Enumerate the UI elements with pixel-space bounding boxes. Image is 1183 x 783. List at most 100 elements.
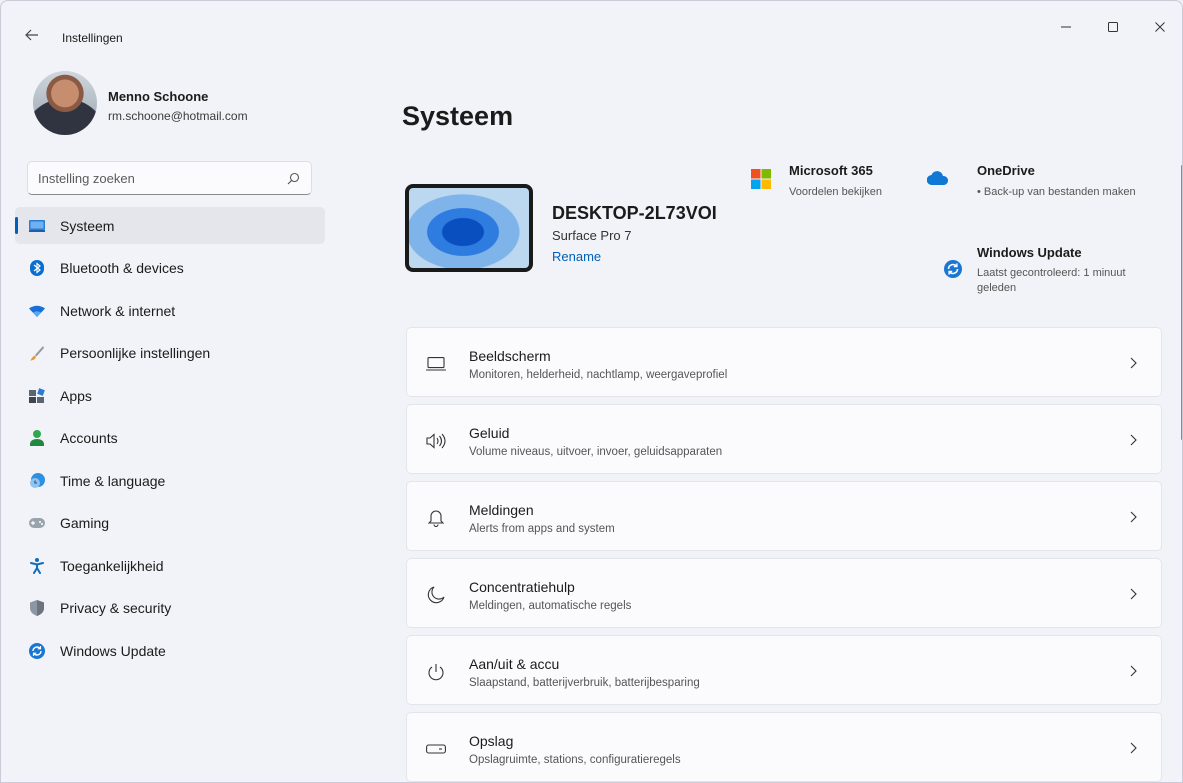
page-title: Systeem — [402, 101, 514, 131]
card-subtitle: Alerts from apps and system — [469, 523, 615, 535]
beeldscherm-card[interactable]: Beeldscherm Monitoren, helderheid, nacht… — [406, 327, 1162, 397]
onedrive-tile[interactable]: OneDrive • Back-up van bestanden maken — [926, 161, 1159, 201]
card-subtitle: Opslagruimte, stations, configuratierege… — [469, 754, 681, 766]
meldingen-card[interactable]: Meldingen Alerts from apps and system — [406, 481, 1162, 551]
windows-update-subtitle: Laatst gecontroleerd: 1 minuut geleden — [977, 267, 1126, 294]
brush-icon — [28, 344, 46, 362]
card-title: Beeldscherm — [469, 348, 551, 364]
speaker-icon — [425, 430, 447, 452]
back-arrow-icon — [25, 29, 38, 41]
sidebar-item-label: Privacy & security — [60, 600, 172, 616]
minimize-button[interactable] — [1043, 15, 1089, 39]
display-icon — [425, 353, 447, 375]
microsoft365-icon — [751, 169, 771, 189]
sidebar-item-label: Time & language — [60, 472, 166, 489]
title-bar: Instellingen — [1, 1, 1182, 47]
device-model: Surface Pro 7 — [552, 228, 632, 243]
sidebar-item-label: Network & internet — [60, 302, 176, 319]
onedrive-title: OneDrive — [977, 163, 1035, 178]
sidebar-item-label: Systeem — [60, 217, 115, 234]
onedrive-subtitle: • Back-up van bestanden maken — [977, 186, 1136, 198]
sidebar-item-label: Persoonlijke instellingen — [60, 345, 211, 361]
card-subtitle: Meldingen, automatische regels — [469, 600, 632, 612]
card-title: Concentratiehulp — [469, 579, 575, 595]
sidebar-item-apps[interactable]: Apps — [15, 377, 325, 414]
shield-icon — [28, 599, 46, 617]
search-input[interactable] — [38, 170, 285, 186]
update-icon — [28, 642, 46, 660]
update-icon — [944, 260, 964, 280]
card-title: Opslag — [469, 733, 514, 749]
concentratiehulp-card[interactable]: Concentratiehulp Meldingen, automatische… — [406, 558, 1162, 628]
bell-icon — [425, 507, 447, 529]
search-box — [27, 161, 312, 195]
sidebar-item-accounts[interactable]: Accounts — [15, 420, 325, 457]
sidebar-item-bluetooth[interactable]: Bluetooth & devices — [15, 250, 325, 287]
avatar — [33, 71, 97, 135]
search-icon[interactable] — [285, 170, 301, 186]
sidebar-item-systeem[interactable]: Systeem — [15, 207, 325, 244]
bluetooth-icon — [28, 259, 46, 277]
minimize-icon — [1061, 26, 1071, 28]
aan-uit-accu-card[interactable]: Aan/uit & accu Slaapstand, batterijverbr… — [406, 635, 1162, 705]
sidebar-item-label: Bluetooth & devices — [60, 260, 184, 276]
close-button[interactable] — [1137, 15, 1182, 39]
clock-globe-icon — [28, 472, 46, 490]
sidebar-item-privacy[interactable]: Privacy & security — [15, 590, 325, 627]
chevron-right-icon — [1127, 509, 1139, 525]
profile-email: rm.schoone@hotmail.com — [108, 109, 248, 123]
chevron-right-icon — [1127, 355, 1139, 371]
device-name: DESKTOP-2L73VOI — [552, 203, 717, 223]
sidebar-item-label: Windows Update — [60, 642, 166, 659]
close-icon — [1155, 22, 1165, 32]
card-title: Meldingen — [469, 502, 534, 518]
back-button[interactable] — [21, 24, 43, 46]
settings-window: Instellingen Menno Schoone rm.schoone@ho… — [0, 0, 1183, 783]
maximize-button[interactable] — [1090, 15, 1136, 39]
moon-icon — [425, 584, 447, 606]
power-icon — [425, 661, 447, 683]
device-thumbnail — [405, 184, 533, 272]
card-title: Geluid — [469, 425, 510, 441]
onedrive-icon — [926, 171, 949, 191]
storage-icon — [425, 738, 447, 760]
microsoft365-subtitle: Voordelen bekijken — [789, 186, 882, 198]
sidebar-item-network[interactable]: Network & internet — [15, 292, 325, 329]
profile-name: Menno Schoone — [108, 89, 209, 104]
sidebar-item-accessibility[interactable]: Toegankelijkheid — [15, 547, 325, 584]
sidebar-item-label: Gaming — [60, 515, 110, 531]
sidebar-nav: Systeem Bluetooth & devices Network & in… — [15, 207, 325, 675]
person-icon — [28, 429, 46, 447]
sidebar-item-label: Toegankelijkheid — [60, 557, 164, 574]
card-subtitle: Slaapstand, batterijverbruik, batterijbe… — [469, 677, 700, 689]
geluid-card[interactable]: Geluid Volume niveaus, uitvoer, invoer, … — [406, 404, 1162, 474]
card-subtitle: Monitoren, helderheid, nachtlamp, weerga… — [469, 369, 728, 381]
sidebar-item-windows-update[interactable]: Windows Update — [15, 632, 325, 669]
settings-list: Beeldscherm Monitoren, helderheid, nacht… — [406, 327, 1162, 782]
app-title: Instellingen — [62, 31, 123, 45]
sidebar-item-label: Accounts — [60, 430, 118, 446]
device-wallpaper — [409, 188, 529, 268]
microsoft365-title: Microsoft 365 — [789, 163, 873, 178]
chevron-right-icon — [1127, 740, 1139, 756]
rename-link[interactable]: Rename — [552, 249, 601, 264]
microsoft365-tile[interactable]: Microsoft 365 Voordelen bekijken — [751, 161, 911, 201]
windows-update-tile[interactable]: Windows Update Laatst gecontroleerd: 1 m… — [944, 243, 1159, 303]
sidebar-item-label: Apps — [60, 387, 92, 404]
gamepad-icon — [28, 514, 46, 532]
sidebar-item-personalization[interactable]: Persoonlijke instellingen — [15, 335, 325, 372]
card-title: Aan/uit & accu — [469, 656, 560, 672]
sidebar-item-time-language[interactable]: Time & language — [15, 462, 325, 499]
wifi-icon — [28, 302, 46, 320]
card-subtitle: Volume niveaus, uitvoer, invoer, geluids… — [469, 446, 723, 458]
accessibility-icon — [28, 557, 46, 575]
chevron-right-icon — [1127, 663, 1139, 679]
opslag-card[interactable]: Opslag Opslagruimte, stations, configura… — [406, 712, 1162, 782]
monitor-icon — [28, 217, 46, 235]
sidebar-item-gaming[interactable]: Gaming — [15, 505, 325, 542]
apps-icon — [28, 387, 46, 405]
chevron-right-icon — [1127, 586, 1139, 602]
windows-update-title: Windows Update — [977, 245, 1082, 260]
chevron-right-icon — [1127, 432, 1139, 448]
maximize-icon — [1108, 22, 1118, 32]
